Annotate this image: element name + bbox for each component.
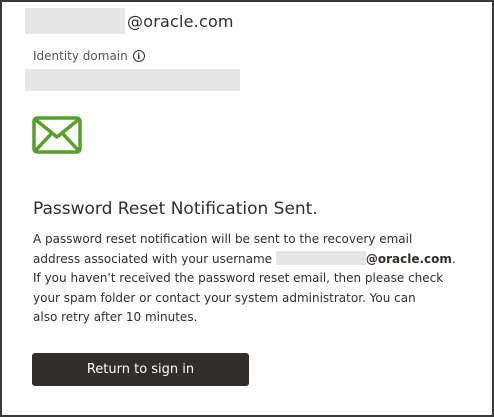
reset-notification-panel: @oracle.com Identity domain i Password R… xyxy=(0,0,494,417)
message-text: address associated with your username xyxy=(33,251,273,266)
identity-domain-label-text: Identity domain xyxy=(33,49,128,63)
redacted-identity-domain xyxy=(25,69,240,91)
username-display: @oracle.com xyxy=(25,8,234,34)
message-line-username: address associated with your username @o… xyxy=(33,250,473,270)
identity-domain-label: Identity domain i xyxy=(33,49,145,63)
username-domain: @oracle.com xyxy=(127,11,234,31)
info-circle-icon[interactable]: i xyxy=(132,50,145,62)
redacted-username xyxy=(25,8,125,34)
envelope-icon xyxy=(32,116,82,154)
notification-message: A password reset notification will be se… xyxy=(33,230,473,328)
redacted-inline-username xyxy=(275,250,366,265)
message-line: A password reset notification will be se… xyxy=(33,232,413,246)
message-line: your spam folder or contact your system … xyxy=(33,290,416,305)
message-text-end: . xyxy=(451,251,456,266)
page-title: Password Reset Notification Sent. xyxy=(33,199,318,219)
username-email-suffix: @oracle.com xyxy=(365,251,452,266)
return-to-sign-in-button[interactable]: Return to sign in xyxy=(32,353,249,386)
message-line: If you haven't received the password res… xyxy=(33,271,444,285)
message-line: also retry after 10 minutes. xyxy=(33,310,198,324)
